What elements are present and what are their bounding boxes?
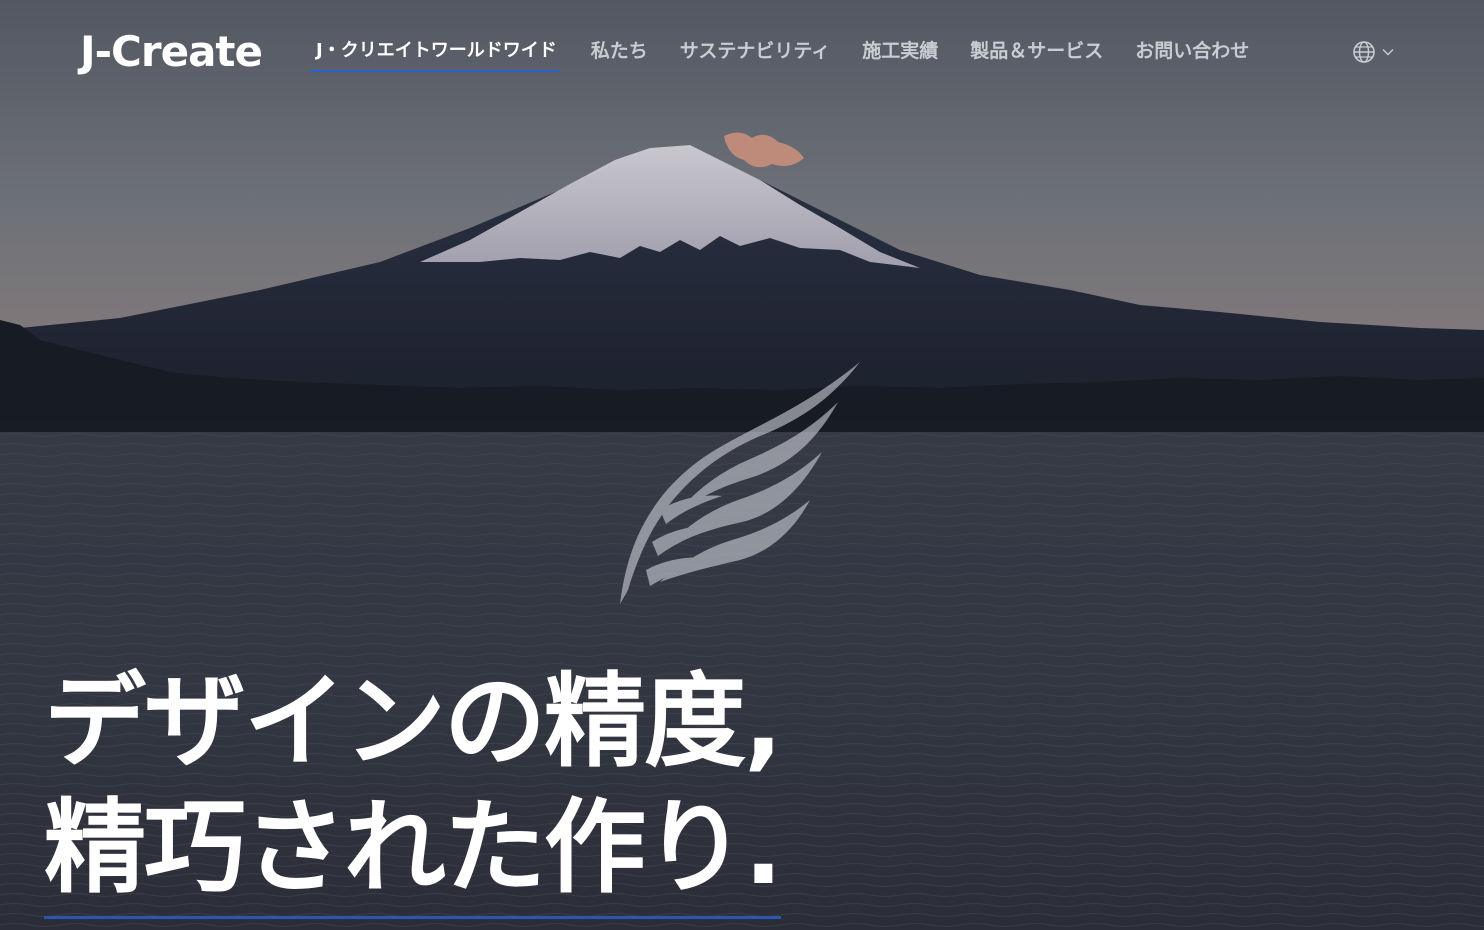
nav-item-about-us[interactable]: 私たち xyxy=(591,36,648,70)
chevron-down-icon xyxy=(1382,49,1394,56)
headline-line-2: 精巧された作り. xyxy=(44,786,783,919)
nav-item-sustainability[interactable]: サステナビリティ xyxy=(680,36,830,70)
wing-emblem-icon xyxy=(620,362,860,604)
headline-line-1: デザインの精度, xyxy=(44,663,783,782)
top-navigation: J-Create J・クリエイトワールドワイド 私たち サステナビリティ 施工実… xyxy=(0,0,1484,110)
language-selector[interactable] xyxy=(1352,39,1398,65)
globe-icon xyxy=(1353,41,1375,63)
nav-item-projects[interactable]: 施工実績 xyxy=(862,36,938,70)
main-nav: J・クリエイトワールドワイド 私たち サステナビリティ 施工実績 製品＆サービス… xyxy=(310,36,1281,76)
nav-item-jcreate-worldwide[interactable]: J・クリエイトワールドワイド xyxy=(310,36,559,72)
hero-headline: デザインの精度, 精巧された作り. xyxy=(44,660,824,919)
hero-section: J-Create J・クリエイトワールドワイド 私たち サステナビリティ 施工実… xyxy=(0,0,1484,930)
nav-item-contact[interactable]: お問い合わせ xyxy=(1135,36,1249,70)
brand-logo[interactable]: J-Create xyxy=(80,26,263,78)
nav-item-products-services[interactable]: 製品＆サービス xyxy=(970,36,1103,70)
